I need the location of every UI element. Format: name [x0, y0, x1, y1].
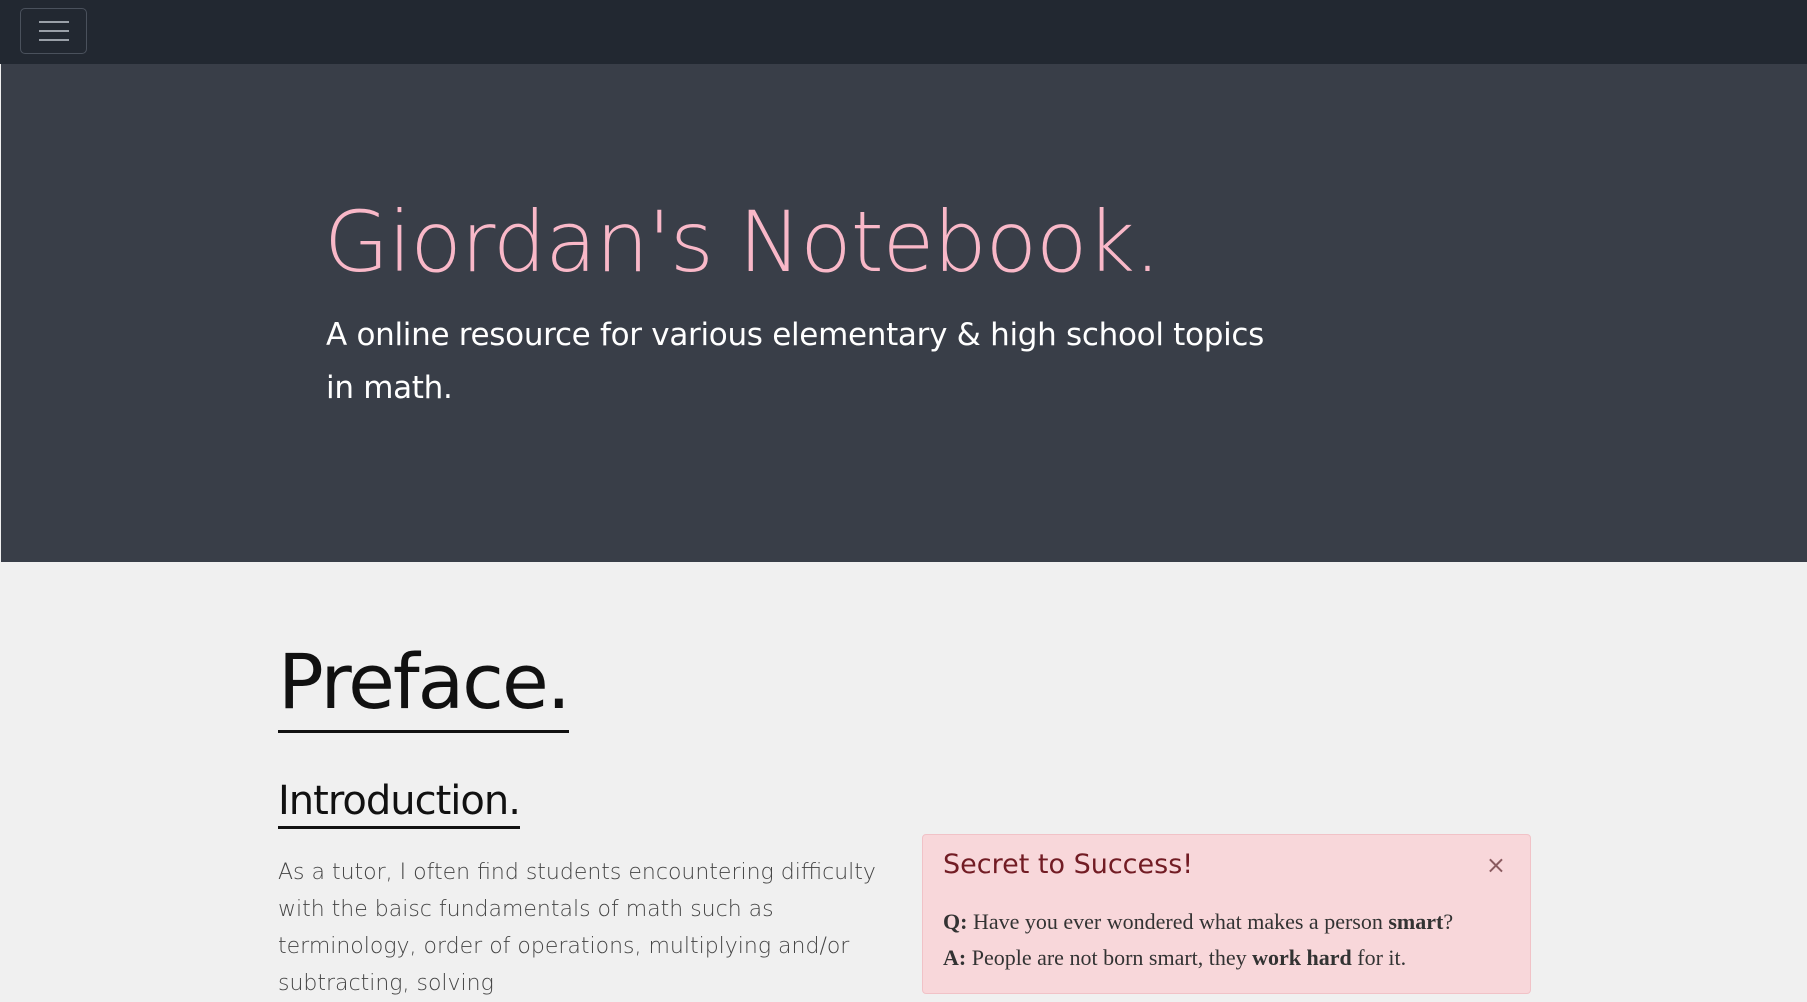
question-bold-word: smart	[1388, 909, 1444, 934]
secret-to-success-alert: Secret to Success! × Q: Have you ever wo…	[922, 834, 1531, 994]
answer-text-2: for it.	[1351, 945, 1407, 970]
main-content: Preface. Introduction. As a tutor, I oft…	[0, 562, 1807, 996]
close-icon[interactable]: ×	[1486, 853, 1506, 877]
hero-banner: Giordan's Notebook. A online resource fo…	[1, 64, 1807, 562]
answer-label: A:	[943, 945, 967, 970]
top-navbar	[0, 0, 1807, 64]
answer-text-1: People are not born smart, they	[966, 945, 1253, 970]
site-title: Giordan's Notebook.	[324, 193, 1161, 291]
menu-toggle-button[interactable]	[20, 8, 87, 54]
hamburger-menu-icon	[38, 19, 69, 43]
alert-question: Q: Have you ever wondered what makes a p…	[943, 909, 1453, 935]
introduction-paragraph: As a tutor, I often find students encoun…	[278, 860, 876, 996]
answer-bold-phrase: work hard	[1252, 945, 1352, 970]
alert-title: Secret to Success!	[943, 849, 1194, 880]
question-text-2: ?	[1443, 909, 1454, 934]
site-subtitle: A online resource for various elementary…	[326, 317, 1264, 406]
question-label: Q:	[943, 909, 968, 934]
question-text-1: Have you ever wondered what makes a pers…	[967, 909, 1389, 934]
introduction-heading: Introduction.	[278, 778, 521, 829]
preface-heading: Preface.	[278, 640, 571, 733]
alert-answer: A: People are not born smart, they work …	[943, 945, 1406, 971]
